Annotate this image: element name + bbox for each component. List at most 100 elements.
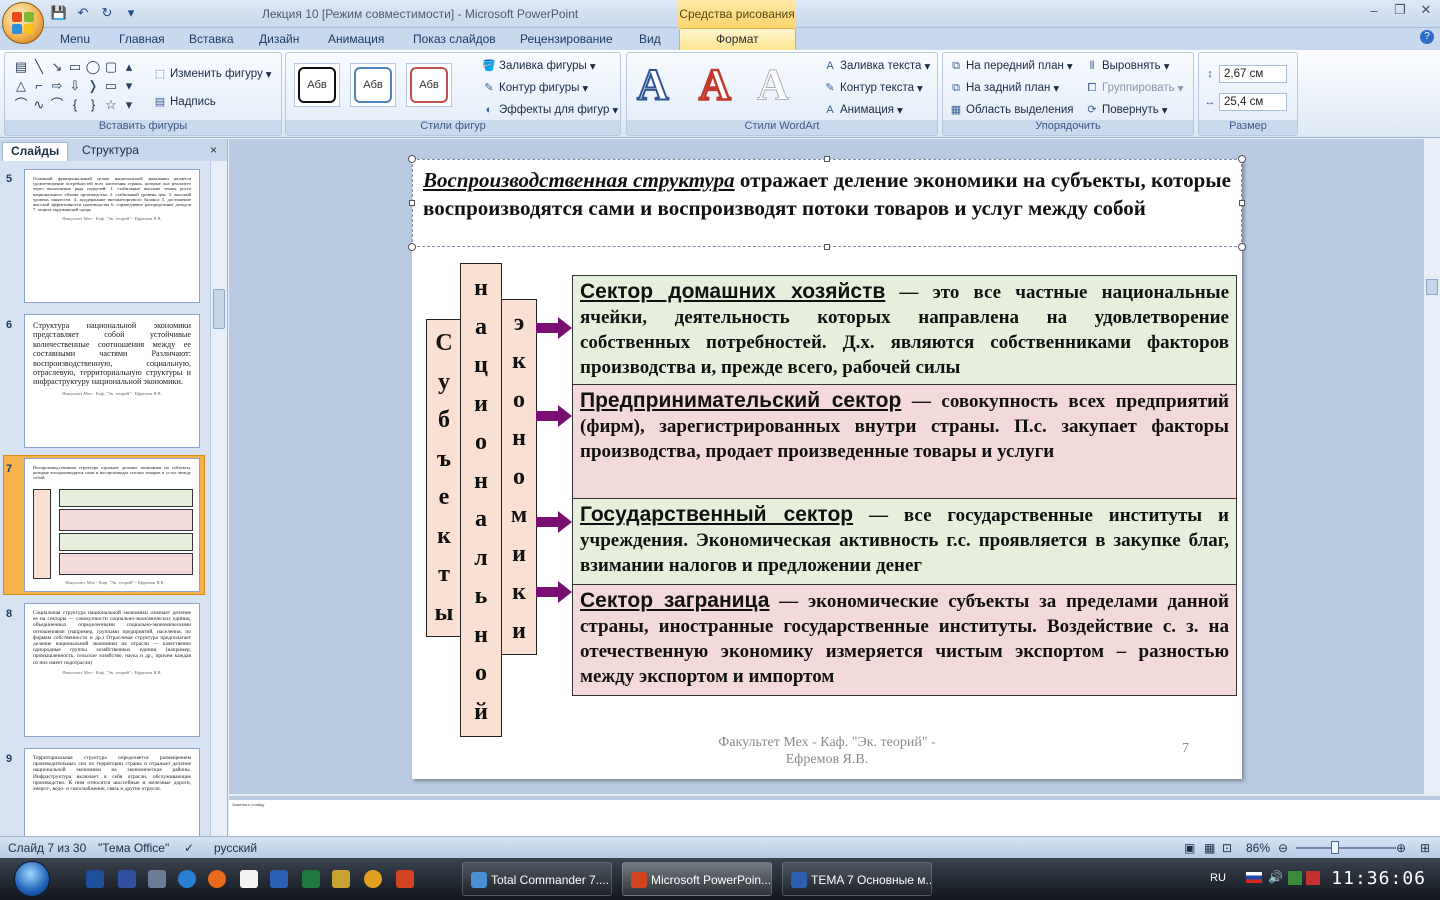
tab-insert[interactable]: Вставка (189, 32, 234, 46)
pane-scroll-thumb[interactable] (213, 289, 225, 329)
arc-shape-icon[interactable]: ⌒ (49, 97, 65, 113)
text-animation-button[interactable]: A Анимация ▾ (823, 103, 902, 117)
chess-app-icon[interactable] (240, 870, 258, 888)
zoom-slider-knob[interactable] (1331, 841, 1339, 854)
selection-pane-button[interactable]: ▦ Область выделения (949, 103, 1074, 117)
resize-handle[interactable] (409, 200, 415, 206)
tab-home[interactable]: Главная (119, 32, 165, 46)
resize-handle[interactable] (408, 155, 416, 163)
rotate-button[interactable]: ⟳ Повернуть ▾ (1085, 103, 1167, 117)
align-button[interactable]: ⫴ Выровнять ▾ (1085, 59, 1170, 73)
printer-icon[interactable] (148, 870, 166, 888)
main-scroll-thumb[interactable] (1426, 279, 1438, 295)
shape-style-blue[interactable]: Абв (350, 63, 396, 107)
text-outline-button[interactable]: ✎ Контур текста ▾ (823, 81, 922, 95)
slide-thumbnail-8[interactable]: Социальная структура национальной эконом… (24, 603, 200, 737)
freeform-shape-icon[interactable]: ∿ (31, 97, 47, 113)
save-icon[interactable]: 💾 (50, 4, 68, 22)
tab-slides[interactable]: Слайды (2, 142, 69, 161)
save-icon[interactable] (118, 870, 136, 888)
excel-icon[interactable] (302, 870, 320, 888)
tab-design[interactable]: Дизайн (259, 32, 299, 46)
resize-handle[interactable] (824, 244, 830, 250)
arrow-shape-icon[interactable]: ⇨ (49, 78, 65, 94)
triangle-shape-icon[interactable]: △ (13, 78, 29, 94)
office-button[interactable] (2, 2, 44, 44)
zoom-slider[interactable] (1296, 847, 1396, 849)
folder-icon[interactable] (332, 870, 350, 888)
word-icon[interactable] (270, 870, 288, 888)
tab-outline[interactable]: Структура (74, 142, 147, 161)
normal-view-icon[interactable]: ▣ (1184, 841, 1195, 855)
shape-fill-button[interactable]: 🪣 Заливка фигуры ▾ (482, 59, 595, 73)
minimize-icon[interactable]: – (1366, 2, 1382, 18)
undo-icon[interactable]: ↶ (74, 4, 92, 22)
height-input[interactable]: 2,67 см (1219, 65, 1287, 83)
text-box-shape-icon[interactable]: ▤ (13, 59, 29, 75)
chevron-shape-icon[interactable]: ❭ (85, 78, 101, 94)
shape-style-red[interactable]: Абв (406, 63, 452, 107)
group-button[interactable]: ⧠ Группировать ▾ (1085, 81, 1184, 95)
language[interactable]: русский (214, 841, 257, 855)
wordart-style-gray[interactable]: A (757, 59, 790, 111)
oval-shape-icon[interactable]: ◯ (85, 59, 101, 75)
maximize-icon[interactable]: ❐ (1392, 2, 1408, 18)
slide-sorter-icon[interactable]: ▦ (1204, 841, 1215, 855)
send-back-button[interactable]: ⧉ На задний план ▾ (949, 81, 1059, 95)
slideshow-icon[interactable]: ⊡ (1222, 841, 1232, 855)
connector-shape-icon[interactable]: ⌐ (31, 78, 47, 94)
width-input[interactable]: 25,4 см (1219, 93, 1287, 111)
tab-format[interactable]: Формат (679, 28, 796, 50)
resize-handle[interactable] (1239, 200, 1245, 206)
show-desktop-icon[interactable] (86, 870, 104, 888)
task-word-document[interactable]: TEMA 7 Основные м... (782, 862, 932, 896)
shape-effects-button[interactable]: ◐ Эффекты для фигур ▾ (482, 103, 619, 117)
brace-right-shape-icon[interactable]: } (85, 97, 101, 113)
rectangle-shape-icon[interactable]: ▭ (67, 59, 83, 75)
wordart-style-blue[interactable]: A (636, 59, 670, 111)
customize-toolbar-icon[interactable]: ▾ (122, 4, 140, 22)
slide-thumbnail-9[interactable]: Территориальная структура определяется р… (24, 748, 200, 836)
tab-slideshow[interactable]: Показ слайдов (413, 32, 496, 46)
firefox-icon[interactable] (208, 870, 226, 888)
more-shapes-icon[interactable]: ▾ (121, 97, 137, 113)
media-icon[interactable] (364, 870, 382, 888)
powerpoint-icon[interactable] (396, 870, 414, 888)
resize-handle[interactable] (408, 243, 416, 251)
zoom-out-icon[interactable]: ⊖ (1278, 841, 1288, 855)
title-textbox[interactable]: Воспроизводственная структура отражает д… (412, 159, 1242, 247)
rounded-rect-shape-icon[interactable]: ▢ (103, 59, 119, 75)
tab-animation[interactable]: Анимация (328, 32, 384, 46)
scroll-down-icon[interactable]: ▾ (121, 78, 137, 94)
internet-explorer-icon[interactable] (178, 870, 196, 888)
text-fill-button[interactable]: A Заливка текста ▾ (823, 59, 930, 73)
star-shape-icon[interactable]: ☆ (103, 97, 119, 113)
text-box-button[interactable]: ▤ Надпись (153, 95, 216, 109)
resize-handle[interactable] (824, 156, 830, 162)
task-total-commander[interactable]: Total Commander 7.... (462, 862, 612, 896)
tab-view[interactable]: Вид (639, 32, 661, 46)
shape-outline-button[interactable]: ✎ Контур фигуры ▾ (482, 81, 588, 95)
curve-shape-icon[interactable]: ⌒ (13, 97, 29, 113)
close-icon[interactable]: ✕ (1418, 2, 1434, 18)
redo-icon[interactable]: ↻ (98, 4, 116, 22)
line-shape-icon[interactable]: ╲ (31, 59, 47, 75)
start-button[interactable] (14, 861, 50, 897)
zoom-in-icon[interactable]: ⊕ (1396, 841, 1406, 855)
notes-pane[interactable]: Заметки к слайду (229, 796, 1440, 836)
scroll-up-icon[interactable]: ▴ (121, 59, 137, 75)
tab-review[interactable]: Рецензирование (520, 32, 613, 46)
tray-app-icon[interactable] (1306, 871, 1320, 885)
resize-handle[interactable] (1238, 155, 1246, 163)
slide-thumbnail-5[interactable]: Основной функциональный целью национальн… (24, 169, 200, 303)
russian-flag-icon[interactable] (1246, 872, 1262, 883)
task-powerpoint[interactable]: Microsoft PowerPoin... (622, 862, 772, 896)
arrow-line-shape-icon[interactable]: ↘ (49, 59, 65, 75)
close-pane-icon[interactable]: × (210, 143, 217, 157)
shape-style-black[interactable]: Абв (294, 63, 340, 107)
bring-front-button[interactable]: ⧉ На передний план ▾ (949, 59, 1073, 73)
slide-thumbnail-7[interactable]: Воспроизводственная структура отражает д… (24, 458, 200, 592)
main-scrollbar[interactable] (1423, 139, 1440, 794)
volume-icon[interactable]: 🔊 (1268, 870, 1283, 884)
fit-window-icon[interactable]: ⊞ (1420, 841, 1430, 855)
